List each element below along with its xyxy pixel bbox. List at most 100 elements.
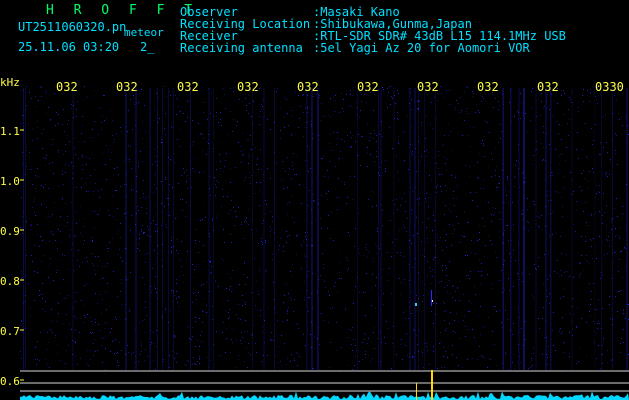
- noise-speck: [412, 356, 413, 357]
- noise-speck: [230, 88, 231, 89]
- noise-speck: [346, 94, 347, 95]
- noise-speck: [338, 207, 339, 208]
- noise-speck: [467, 113, 468, 114]
- noise-speck: [407, 116, 408, 117]
- noise-speck: [53, 234, 54, 235]
- noise-speck: [156, 330, 157, 331]
- noise-speck: [267, 168, 268, 169]
- noise-speck: [625, 318, 626, 319]
- noise-speck: [543, 126, 544, 127]
- noise-speck: [494, 344, 495, 345]
- noise-speck: [621, 338, 622, 339]
- noise-speck: [532, 164, 533, 165]
- noise-speck: [67, 222, 68, 223]
- noise-speck: [187, 360, 188, 361]
- noise-speck: [339, 112, 340, 113]
- noise-speck: [288, 125, 289, 126]
- noise-speck: [203, 298, 204, 299]
- noise-speck: [161, 260, 162, 261]
- noise-speck: [115, 190, 116, 191]
- noise-speck: [145, 254, 146, 255]
- noise-speck: [81, 133, 82, 134]
- noise-speck: [113, 271, 114, 272]
- noise-speck: [218, 122, 219, 123]
- noise-speck: [46, 155, 47, 156]
- noise-speck: [330, 342, 331, 343]
- noise-speck: [192, 364, 193, 365]
- noise-speck: [577, 307, 578, 308]
- noise-speck: [198, 123, 199, 124]
- noise-speck: [352, 95, 353, 96]
- noise-speck: [446, 268, 447, 269]
- noise-speck: [78, 141, 79, 142]
- noise-speck: [474, 286, 475, 287]
- noise-speck: [110, 110, 111, 111]
- noise-speck: [24, 275, 25, 276]
- noise-speck: [130, 86, 131, 87]
- noise-speck: [203, 261, 204, 262]
- noise-speck: [452, 286, 453, 287]
- noise-speck: [207, 357, 208, 358]
- noise-speck: [144, 284, 145, 285]
- noise-speck: [105, 266, 106, 267]
- noise-speck: [615, 153, 616, 154]
- noise-speck: [328, 322, 329, 323]
- noise-speck: [573, 224, 574, 225]
- noise-speck: [323, 264, 324, 265]
- noise-speck: [392, 242, 393, 243]
- noise-speck: [437, 368, 438, 369]
- noise-speck: [21, 197, 22, 198]
- noise-speck: [541, 215, 542, 216]
- noise-speck: [248, 343, 249, 344]
- noise-speck: [446, 247, 447, 248]
- noise-column: [523, 88, 525, 370]
- noise-speck: [382, 136, 383, 137]
- noise-speck: [552, 330, 553, 331]
- noise-speck: [164, 250, 165, 251]
- noise-speck: [154, 207, 155, 208]
- noise-speck: [43, 308, 44, 309]
- noise-speck: [464, 236, 465, 237]
- noise-speck: [179, 297, 180, 298]
- noise-column: [414, 88, 416, 370]
- noise-speck: [617, 317, 618, 318]
- noise-speck: [500, 219, 501, 220]
- noise-speck: [102, 362, 103, 363]
- noise-speck: [444, 97, 445, 98]
- antenna-label: Receiving antenna: [180, 41, 303, 55]
- meteor-trace: [431, 290, 432, 306]
- noise-speck: [127, 131, 128, 132]
- noise-speck: [520, 118, 521, 119]
- timestamp-suffix: 2_: [140, 40, 155, 54]
- noise-speck: [212, 319, 213, 320]
- noise-speck: [499, 369, 500, 370]
- noise-speck: [229, 317, 230, 318]
- noise-speck: [93, 191, 94, 192]
- noise-speck: [94, 270, 95, 271]
- noise-speck: [428, 206, 429, 207]
- noise-speck: [146, 213, 147, 214]
- noise-speck: [260, 310, 261, 311]
- noise-speck: [548, 200, 549, 201]
- noise-speck: [237, 121, 238, 122]
- noise-speck: [500, 124, 501, 125]
- noise-speck: [533, 201, 534, 202]
- noise-speck: [153, 120, 154, 121]
- noise-speck: [79, 332, 80, 333]
- noise-speck: [411, 210, 412, 211]
- noise-speck: [153, 343, 154, 344]
- noise-speck: [234, 225, 235, 226]
- noise-speck: [114, 168, 115, 169]
- noise-speck: [501, 322, 502, 323]
- noise-speck: [145, 307, 146, 308]
- noise-speck: [576, 149, 577, 150]
- noise-speck: [95, 319, 96, 320]
- noise-speck: [561, 253, 562, 254]
- noise-speck: [500, 138, 501, 139]
- noise-speck: [58, 303, 59, 304]
- noise-column: [571, 88, 573, 370]
- noise-speck: [308, 205, 309, 206]
- noise-speck: [547, 279, 548, 280]
- noise-speck: [531, 236, 532, 237]
- noise-speck: [105, 292, 106, 293]
